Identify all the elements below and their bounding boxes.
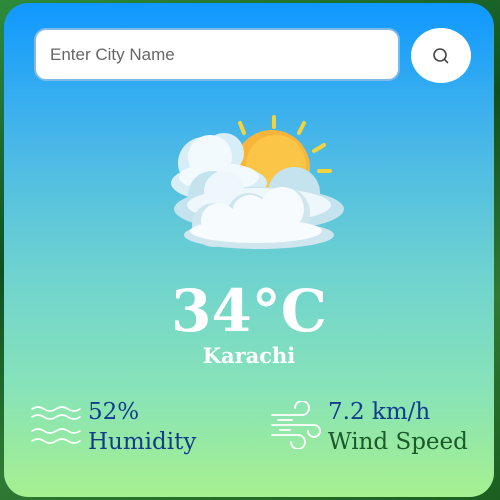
- waves-icon: [31, 406, 81, 444]
- wind-speed-value: 7.2 km/h: [328, 399, 431, 425]
- weather-card: 34°C Karachi 52% Humidity: [4, 3, 494, 497]
- humidity-value: 52%: [88, 399, 140, 425]
- search-button[interactable]: [411, 28, 471, 83]
- humidity-label: Humidity: [88, 429, 197, 455]
- city-search-input[interactable]: [34, 28, 400, 81]
- temperature-value: 34°C: [171, 277, 327, 345]
- humidity-stat: 52% Humidity: [30, 397, 196, 457]
- partly-cloudy-sun-icon: [171, 115, 344, 249]
- wind-icon: [271, 401, 321, 449]
- wind-speed-label: Wind Speed: [328, 429, 468, 455]
- search-icon: [433, 47, 449, 63]
- wind-stat: 7.2 km/h Wind Speed: [270, 397, 468, 457]
- city-name: Karachi: [202, 343, 296, 368]
